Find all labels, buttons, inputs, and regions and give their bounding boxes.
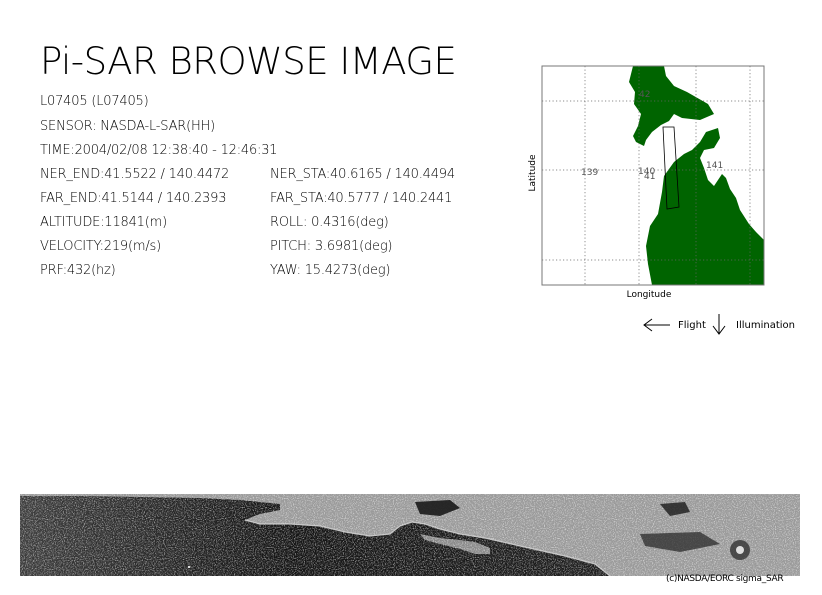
- arrow-down-icon: [712, 314, 726, 335]
- lon-tick-label: 139: [581, 168, 598, 178]
- roll: ROLL: 0.4316(deg): [270, 215, 389, 230]
- far-end-coords: FAR_END:41.5144 / 140.2393: [40, 191, 227, 206]
- lat-tick-label: 41: [644, 172, 655, 182]
- altitude: ALTITUDE:11841(m): [40, 215, 167, 230]
- near-end-coords: NER_END:41.5522 / 140.4472: [40, 167, 230, 182]
- near-start-coords: NER_STA:40.6165 / 140.4494: [270, 167, 455, 182]
- arrow-left-icon: [643, 318, 670, 332]
- sar-browse-image: [20, 494, 800, 577]
- prf: PRF:432(hz): [40, 263, 116, 278]
- far-start-coords: FAR_STA:40.5777 / 140.2441: [270, 191, 453, 206]
- map-ylabel: Latitude: [528, 154, 538, 192]
- lat-tick-label: 42: [639, 90, 650, 100]
- page-title: Pi-SAR BROWSE IMAGE: [40, 40, 457, 83]
- sensor: SENSOR: NASDA-L-SAR(HH): [40, 119, 215, 134]
- scene-id: L07405 (L07405): [40, 94, 149, 109]
- yaw: YAW: 15.4273(deg): [270, 263, 391, 278]
- direction-legend: Flight Illumination: [640, 314, 810, 336]
- illumination-label: Illumination: [736, 320, 795, 331]
- location-map: 139 140 141 42 41 Longitude Latitude: [524, 64, 768, 304]
- velocity: VELOCITY:219(m/s): [40, 239, 161, 254]
- pitch: PITCH: 3.6981(deg): [270, 239, 393, 254]
- flight-label: Flight: [678, 320, 706, 331]
- copyright-credit: (c)NASDA/EORC sigma_SAR: [666, 574, 784, 584]
- acquisition-time: TIME:2004/02/08 12:38:40 - 12:46:31: [40, 143, 278, 158]
- map-xlabel: Longitude: [627, 290, 672, 300]
- lon-tick-label: 141: [706, 161, 723, 171]
